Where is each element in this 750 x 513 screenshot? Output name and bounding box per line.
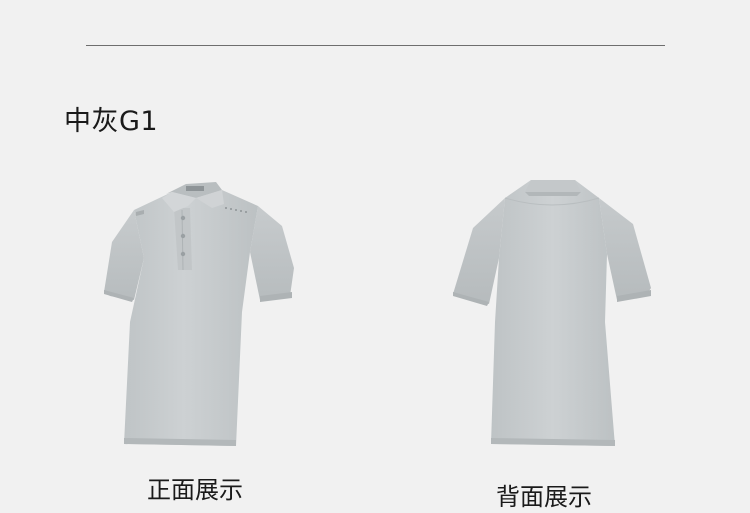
back-view-caption: 背面展示 bbox=[496, 483, 592, 511]
front-view-caption: 正面展示 bbox=[147, 476, 243, 504]
polo-front-image bbox=[100, 172, 300, 452]
polo-back-image bbox=[447, 172, 657, 452]
section-divider bbox=[86, 45, 665, 46]
color-variant-title: 中灰G1 bbox=[64, 106, 159, 137]
